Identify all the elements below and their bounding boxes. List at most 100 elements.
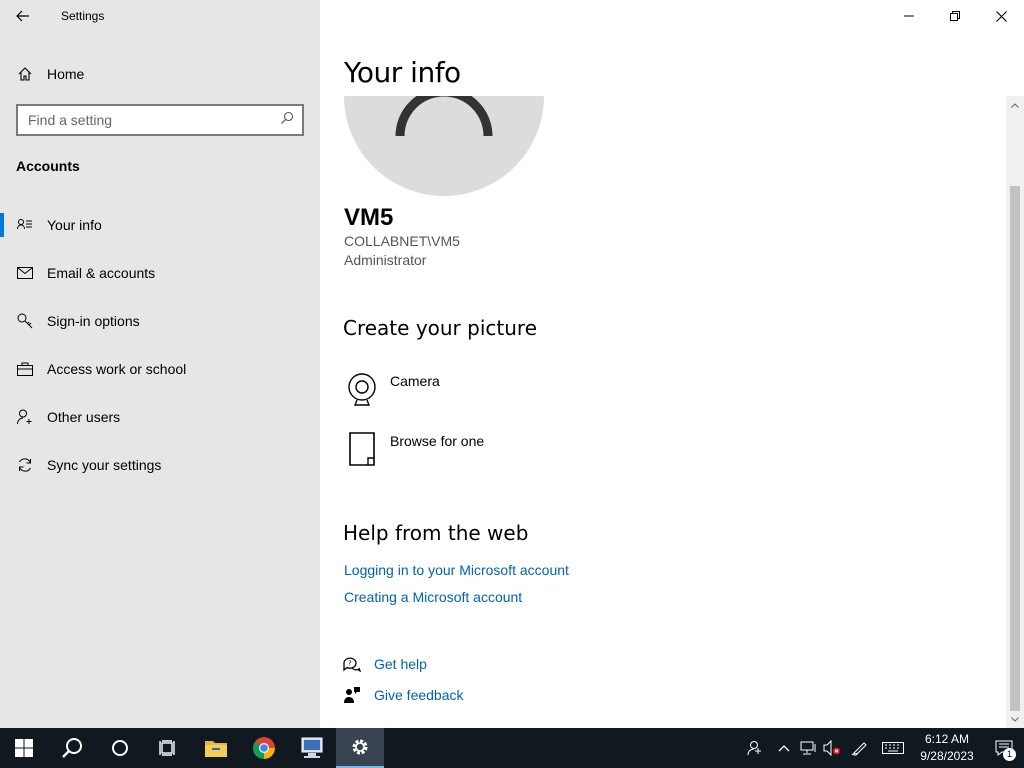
touch-keyboard-button[interactable]: [876, 728, 910, 768]
app-title: Settings: [61, 9, 105, 23]
windows-logo-icon: [15, 739, 33, 757]
search-box[interactable]: [16, 104, 304, 136]
give-feedback-row[interactable]: Give feedback: [342, 684, 464, 706]
notification-count-badge: 1: [1003, 748, 1016, 761]
sidebar-item-label: Access work or school: [47, 361, 187, 377]
task-view-button[interactable]: [144, 728, 192, 768]
sidebar-item-your-info[interactable]: Your info: [0, 201, 320, 249]
minimize-button[interactable]: [886, 0, 932, 32]
help-heading: Help from the web: [343, 521, 529, 545]
close-icon: [995, 10, 1007, 22]
scroll-thumb[interactable]: [1010, 186, 1020, 711]
home-nav-item[interactable]: Home: [0, 56, 320, 92]
chrome-button[interactable]: [240, 728, 288, 768]
briefcase-icon: [17, 361, 33, 377]
camera-icon: [344, 369, 380, 409]
cortana-icon: [112, 740, 128, 756]
file-explorer-button[interactable]: [192, 728, 240, 768]
clock[interactable]: 6:12 AM 9/28/2023: [910, 731, 984, 765]
task-view-icon: [159, 740, 175, 756]
search-icon: [62, 738, 82, 758]
network-tray-button[interactable]: [796, 728, 820, 768]
get-help-label: Get help: [374, 656, 427, 672]
chevron-up-icon: [778, 745, 790, 752]
sidebar-item-label: Email & accounts: [47, 265, 156, 281]
chevron-down-icon: [1011, 716, 1019, 722]
chevron-up-icon: [1011, 102, 1019, 108]
user-card-icon: [17, 217, 33, 233]
sidebar-item-other-users[interactable]: Other users: [0, 393, 320, 441]
sync-icon: [17, 457, 33, 473]
taskbar: 6:12 AM 9/28/2023 1: [0, 728, 1024, 768]
scroll-content: VM5 COLLABNET\VM5 Administrator Create y…: [320, 96, 1006, 728]
sidebar-item-label: Your info: [47, 217, 102, 233]
mail-icon: [17, 265, 33, 281]
user-role: Administrator: [344, 252, 427, 268]
section-heading-accounts: Accounts: [16, 158, 80, 174]
folder-icon: [205, 741, 227, 757]
clock-time: 6:12 AM: [924, 732, 970, 746]
vertical-scrollbar[interactable]: [1006, 96, 1024, 728]
title-bar: Settings: [0, 0, 320, 32]
close-button[interactable]: [978, 0, 1024, 32]
create-picture-heading: Create your picture: [343, 316, 537, 340]
search-icon[interactable]: [280, 111, 294, 130]
home-icon: [17, 66, 33, 82]
feedback-icon: [342, 685, 362, 705]
network-app-button[interactable]: [288, 728, 336, 768]
user-domain: COLLABNET\VM5: [344, 233, 460, 249]
file-icon: [344, 429, 380, 469]
pen-icon: [851, 742, 867, 756]
default-user-icon: [395, 96, 493, 137]
scroll-down-button[interactable]: [1006, 710, 1024, 728]
sidebar-item-access-work[interactable]: Access work or school: [0, 345, 320, 393]
sidebar-item-sync-settings[interactable]: Sync your settings: [0, 441, 320, 489]
settings-taskbar-button[interactable]: [336, 728, 384, 768]
get-help-row[interactable]: ? Get help: [342, 653, 427, 675]
chrome-icon: [253, 737, 275, 759]
help-chat-icon: ?: [342, 654, 362, 674]
pen-workspace-button[interactable]: [844, 728, 876, 768]
key-icon: [17, 313, 33, 329]
give-feedback-label: Give feedback: [374, 687, 464, 703]
show-hidden-icons-button[interactable]: [772, 728, 796, 768]
home-label: Home: [47, 66, 85, 82]
people-icon: [747, 741, 761, 756]
sidebar: Settings Home Accounts Your info Email &…: [0, 0, 320, 728]
browse-label: Browse for one: [390, 433, 485, 449]
system-tray: 6:12 AM 9/28/2023 1: [738, 728, 1024, 768]
restore-button[interactable]: [932, 0, 978, 32]
cortana-button[interactable]: [96, 728, 144, 768]
svg-text:?: ?: [348, 660, 352, 668]
minimize-icon: [904, 15, 914, 17]
accounts-nav-list: Your info Email & accounts Sign-in optio…: [0, 201, 320, 489]
keyboard-icon: [882, 742, 904, 754]
camera-label: Camera: [390, 373, 440, 389]
user-name: VM5: [344, 204, 394, 231]
main-pane: Your info VM5 COLLABNET\VM5 Administrato…: [320, 32, 1024, 728]
link-creating-account[interactable]: Creating a Microsoft account: [344, 589, 522, 605]
gear-icon: [352, 739, 368, 755]
action-center-button[interactable]: 1: [984, 728, 1024, 768]
volume-button[interactable]: [820, 728, 844, 768]
search-input[interactable]: [28, 112, 268, 128]
start-button[interactable]: [0, 728, 48, 768]
back-arrow-icon: [16, 10, 29, 22]
people-button[interactable]: [738, 728, 772, 768]
browse-option[interactable]: Browse for one: [344, 429, 644, 473]
search-taskbar-button[interactable]: [48, 728, 96, 768]
computer-network-icon: [301, 737, 323, 758]
network-wired-icon: [800, 741, 816, 755]
back-button[interactable]: [0, 0, 46, 32]
page-title: Your info: [344, 56, 461, 89]
sidebar-item-label: Sign-in options: [47, 313, 140, 329]
camera-option[interactable]: Camera: [344, 369, 644, 413]
sidebar-item-email-accounts[interactable]: Email & accounts: [0, 249, 320, 297]
window-controls: [886, 0, 1024, 32]
scroll-up-button[interactable]: [1006, 96, 1024, 114]
volume-muted-icon: [823, 740, 840, 756]
sidebar-item-label: Sync your settings: [47, 457, 162, 473]
sidebar-item-sign-in-options[interactable]: Sign-in options: [0, 297, 320, 345]
link-logging-in[interactable]: Logging in to your Microsoft account: [344, 562, 569, 578]
sidebar-item-label: Other users: [47, 409, 121, 425]
